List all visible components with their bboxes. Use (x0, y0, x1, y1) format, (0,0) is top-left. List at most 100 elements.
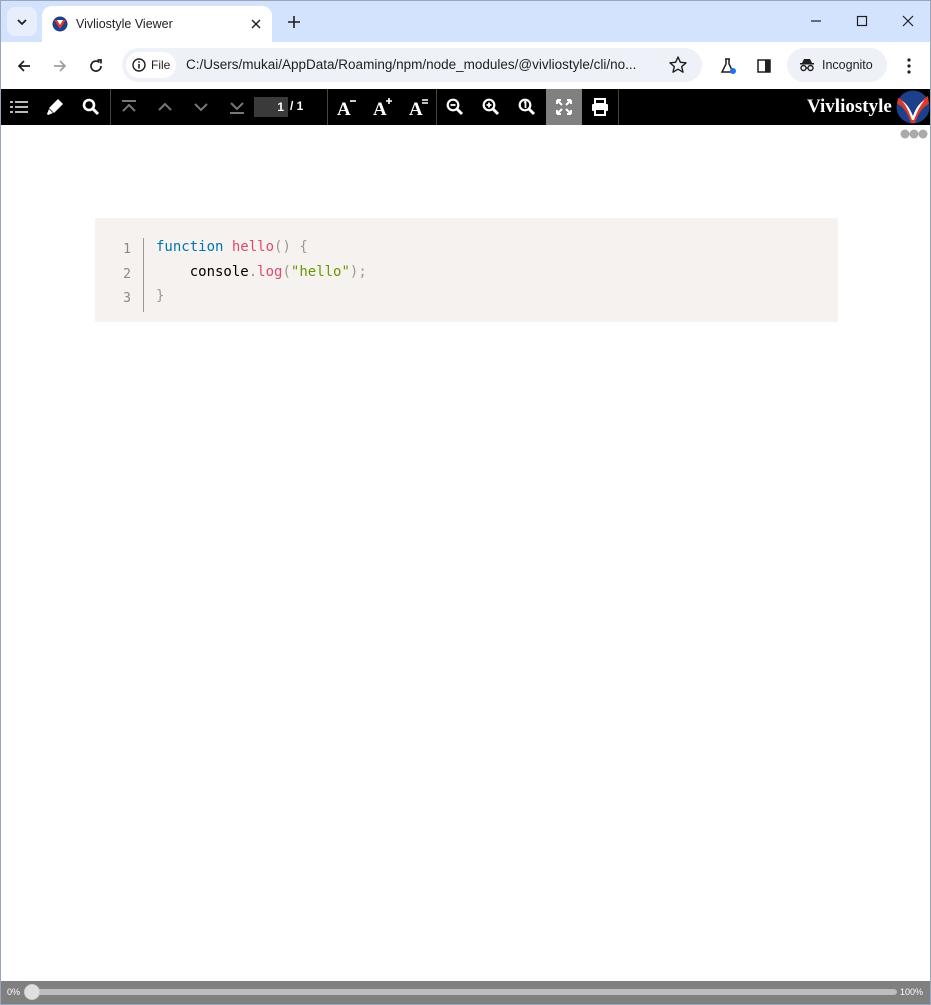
punctuation-token: . (248, 263, 258, 280)
code-lines: function hello() { console.log("hello");… (156, 235, 367, 309)
zoom-actual-size-button[interactable] (509, 89, 545, 125)
arrow-right-icon (54, 60, 67, 72)
svg-text:A: A (373, 99, 387, 117)
tab-strip: Vivliostyle Viewer (1, 1, 930, 42)
marker-icon (47, 99, 63, 115)
zoom-out-icon (446, 98, 464, 116)
vivliostyle-logo-icon (896, 90, 930, 124)
minimize-button[interactable] (793, 1, 839, 41)
keyword-token: function (156, 239, 224, 255)
reload-button[interactable] (82, 52, 110, 80)
page-total-label: / 1 (290, 99, 304, 113)
line-numbers: 1 2 3 (95, 238, 144, 312)
next-page-button[interactable] (183, 89, 219, 125)
side-panel-button[interactable] (750, 52, 778, 80)
marker-button[interactable] (37, 89, 73, 125)
punctuation-token: } (156, 288, 165, 304)
site-info-chip[interactable]: File (126, 52, 176, 78)
close-icon (251, 19, 261, 29)
list-icon (10, 101, 28, 113)
maximize-icon (856, 15, 868, 27)
vivliostyle-favicon-icon (52, 16, 68, 32)
reload-icon (90, 59, 102, 72)
print-button[interactable] (582, 89, 618, 125)
zoom-out-button[interactable] (437, 89, 473, 125)
punctuation-token: ); (349, 263, 367, 280)
incognito-label: Incognito (822, 58, 873, 72)
string-token: "hello" (290, 263, 350, 280)
site-chip-label: File (151, 58, 171, 72)
method-token: log (257, 263, 283, 280)
font-size-increase-button[interactable]: A (365, 89, 401, 125)
indent-token (156, 264, 190, 280)
page-number-input[interactable]: 1 (254, 97, 288, 117)
chevron-up-icon (158, 102, 172, 111)
toolbar-separator (618, 89, 619, 125)
incognito-icon (800, 59, 814, 72)
zoom-in-button[interactable] (473, 89, 509, 125)
previous-page-button[interactable] (147, 89, 183, 125)
plus-icon (288, 16, 300, 28)
arrow-left-icon (17, 60, 30, 72)
code-block: 1 2 3 function hello() { console.log("he… (95, 218, 838, 322)
incognito-indicator[interactable]: Incognito (787, 48, 887, 82)
info-icon (132, 58, 146, 72)
tab-close-button[interactable] (246, 14, 266, 34)
progress-end-label: 100% (900, 987, 924, 997)
browser-window: Vivliostyle Viewer File C:/Users/mukai/A… (0, 0, 931, 1005)
punctuation-token: ( (282, 263, 291, 280)
last-page-icon (230, 102, 244, 114)
side-panel-icon (757, 59, 771, 73)
labs-button[interactable] (714, 52, 742, 80)
svg-text:A: A (337, 99, 351, 117)
zoom-in-icon (482, 98, 500, 116)
progress-start-label: 0% (7, 987, 21, 997)
zoom-actual-icon (518, 98, 536, 116)
browser-tab[interactable]: Vivliostyle Viewer (42, 6, 272, 42)
font-increase-icon: A (373, 98, 392, 117)
minimize-icon (811, 20, 821, 22)
maximize-button[interactable] (839, 1, 885, 41)
tab-search-button[interactable] (7, 7, 37, 36)
tab-title: Vivliostyle Viewer (76, 17, 173, 31)
address-bar[interactable]: File C:/Users/mukai/AppData/Roaming/npm/… (122, 48, 702, 82)
new-tab-button[interactable] (283, 11, 305, 33)
toolbar-separator (327, 89, 328, 125)
brand-name: Vivliostyle (807, 96, 892, 117)
last-page-button[interactable] (219, 89, 255, 125)
progress-track[interactable] (29, 989, 897, 995)
close-window-button[interactable] (885, 1, 930, 41)
find-button[interactable] (73, 89, 109, 125)
expand-icon (556, 99, 572, 115)
print-icon (592, 98, 608, 116)
viewer-menu-dots-icon[interactable] (900, 129, 928, 139)
forward-button[interactable] (46, 52, 74, 80)
close-icon (902, 15, 914, 27)
chevron-down-icon (17, 18, 27, 25)
toc-button[interactable] (1, 89, 37, 125)
flask-icon (720, 58, 736, 74)
browser-menu-button[interactable] (895, 52, 923, 80)
first-page-button[interactable] (111, 89, 147, 125)
font-reset-icon: A (409, 99, 428, 117)
font-size-decrease-button[interactable]: A (329, 89, 365, 125)
back-button[interactable] (10, 52, 38, 80)
code-line-2: console.log("hello"); (156, 260, 367, 285)
progress-bar: 0% 100% (1, 981, 930, 1004)
url-text[interactable]: C:/Users/mukai/AppData/Roaming/npm/node_… (186, 57, 664, 72)
progress-slider-thumb[interactable] (24, 984, 40, 1000)
line-number: 2 (123, 266, 131, 282)
bookmark-star-icon[interactable] (668, 55, 688, 75)
browser-navbar: File C:/Users/mukai/AppData/Roaming/npm/… (1, 42, 930, 89)
chevron-down-icon (194, 103, 208, 112)
code-line-3: } (156, 284, 367, 309)
code-line-1: function hello() { (156, 235, 367, 260)
punctuation-token: () { (274, 239, 308, 255)
line-number: 1 (123, 242, 131, 257)
more-vertical-icon (907, 58, 911, 74)
svg-text:A: A (409, 99, 423, 117)
fit-to-screen-button[interactable] (546, 89, 582, 125)
viewer-toolbar: 1 / 1 A A A Vivliostyle (1, 89, 930, 125)
font-size-reset-button[interactable]: A (401, 89, 437, 125)
function-name-token: hello (231, 239, 275, 255)
